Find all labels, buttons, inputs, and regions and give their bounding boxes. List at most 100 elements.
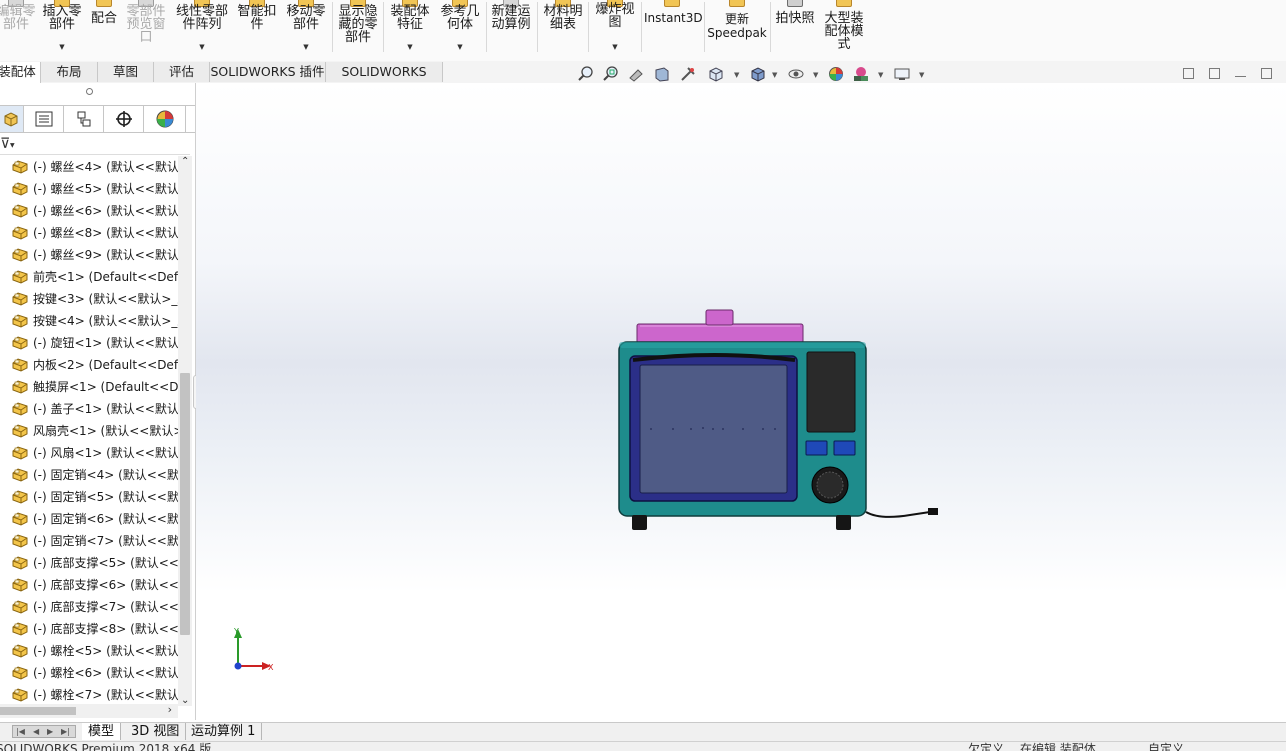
tab-sketch[interactable]: 草图 bbox=[98, 62, 154, 82]
first-tab-icon[interactable]: |◀ bbox=[16, 726, 25, 738]
chevron-down-icon[interactable]: ▼ bbox=[10, 142, 15, 149]
tree-item[interactable]: (-) 固定销<5> (默认<<默认 bbox=[0, 486, 178, 508]
restore-panel-right-icon[interactable] bbox=[1209, 68, 1220, 79]
move-component-button[interactable]: 移动零 部件 ▼ bbox=[284, 0, 328, 61]
large-assembly-mode-button[interactable]: 大型装 配体模 式 bbox=[820, 0, 868, 61]
chevron-down-icon[interactable]: ▼ bbox=[457, 43, 462, 51]
tree-item[interactable]: (-) 底部支撑<6> (默认<<默 bbox=[0, 574, 178, 596]
tree-item[interactable]: (-) 螺栓<5> (默认<<默认> bbox=[0, 640, 178, 662]
show-hidden-button[interactable]: 显示隐 藏的零 部件 bbox=[336, 0, 380, 61]
tree-item[interactable]: 内板<2> (Default<<Defau bbox=[0, 354, 178, 376]
tree-item[interactable]: (-) 螺丝<4> (默认<<默认> bbox=[0, 156, 178, 178]
new-motion-study-button[interactable]: 新建运 动算例 bbox=[489, 0, 533, 61]
tab-property-manager[interactable] bbox=[24, 106, 64, 132]
restore-panel-left-icon[interactable] bbox=[1183, 68, 1194, 79]
tree-item[interactable]: 触摸屏<1> (Default<<De bbox=[0, 376, 178, 398]
tab-evaluate[interactable]: 评估 bbox=[154, 62, 210, 82]
tree-item[interactable]: (-) 旋钮<1> (默认<<默认> bbox=[0, 332, 178, 354]
tab-feature-manager[interactable] bbox=[0, 106, 24, 132]
chevron-down-icon[interactable]: ▼ bbox=[612, 43, 617, 51]
chevron-down-icon[interactable]: ▼ bbox=[813, 71, 818, 79]
bill-of-materials-button[interactable]: 材料明 细表 bbox=[541, 0, 585, 61]
assembly-features-button[interactable]: 装配体 特征 ▼ bbox=[388, 0, 432, 61]
tab-layout[interactable]: 布局 bbox=[41, 62, 98, 82]
scrollbar-thumb[interactable] bbox=[180, 373, 190, 635]
chevron-down-icon[interactable]: ▼ bbox=[407, 43, 412, 51]
tree-item[interactable]: (-) 风扇<1> (默认<<默认> bbox=[0, 442, 178, 464]
previous-view-icon[interactable] bbox=[628, 66, 644, 82]
tree-vertical-scrollbar[interactable]: ⌃ ⌄ bbox=[178, 156, 192, 706]
tree-item[interactable]: (-) 固定销<6> (默认<<默认 bbox=[0, 508, 178, 530]
tree-item[interactable]: (-) 螺丝<9> (默认<<默认> bbox=[0, 244, 178, 266]
mate-button[interactable]: 配合 bbox=[88, 0, 120, 61]
tab-model[interactable]: 模型 bbox=[82, 723, 122, 740]
view-settings-icon[interactable] bbox=[894, 66, 910, 82]
edit-appearance-icon[interactable] bbox=[828, 66, 844, 82]
chevron-down-icon[interactable]: ▼ bbox=[772, 71, 777, 79]
edit-component-button[interactable]: 编辑零 部件 bbox=[0, 0, 36, 61]
apply-scene-icon[interactable] bbox=[853, 66, 869, 82]
tree-item[interactable]: (-) 底部支撑<5> (默认<<默 bbox=[0, 552, 178, 574]
view-orientation-icon[interactable] bbox=[707, 66, 723, 82]
next-tab-icon[interactable]: ▶ bbox=[47, 726, 53, 738]
scroll-down-icon[interactable]: ⌄ bbox=[181, 695, 189, 706]
tab-display-manager[interactable] bbox=[144, 106, 186, 132]
tab-solidworks-mbd[interactable]: SOLIDWORKS MBD bbox=[326, 62, 443, 99]
tree-item[interactable]: (-) 螺丝<8> (默认<<默认> bbox=[0, 222, 178, 244]
take-snapshot-button[interactable]: 拍快照 bbox=[773, 0, 817, 61]
tree-horizontal-scrollbar[interactable]: › bbox=[0, 703, 178, 718]
prev-tab-icon[interactable]: ◀ bbox=[33, 726, 39, 738]
power-plug[interactable] bbox=[928, 508, 938, 515]
tree-item[interactable]: (-) 螺丝<5> (默认<<默认> bbox=[0, 178, 178, 200]
tab-configuration-manager[interactable] bbox=[64, 106, 104, 132]
oven-model[interactable] bbox=[196, 83, 1286, 720]
minimize-icon[interactable] bbox=[1235, 68, 1246, 77]
control-button-2[interactable] bbox=[833, 440, 856, 456]
last-tab-icon[interactable]: ▶| bbox=[61, 726, 70, 738]
zoom-to-fit-icon[interactable] bbox=[578, 66, 594, 82]
zoom-to-area-icon[interactable] bbox=[603, 66, 619, 82]
chevron-down-icon[interactable]: ▼ bbox=[734, 71, 739, 79]
section-view-icon[interactable] bbox=[654, 66, 670, 82]
exploded-view-button[interactable]: 爆炸视 图 ▼ bbox=[593, 0, 637, 61]
tree-item[interactable]: 前壳<1> (Default<<Defau bbox=[0, 266, 178, 288]
hide-show-items-icon[interactable] bbox=[788, 66, 804, 82]
maximize-icon[interactable] bbox=[1261, 68, 1272, 79]
tab-dimxpert-manager[interactable] bbox=[104, 106, 144, 132]
tab-scroll-arrows[interactable]: |◀ ◀ ▶ ▶| bbox=[12, 725, 76, 738]
tab-assembly[interactable]: 装配体 bbox=[0, 62, 41, 83]
power-cord[interactable] bbox=[865, 511, 931, 518]
tree-filter[interactable]: ⊽ ▼ bbox=[0, 132, 190, 155]
chevron-down-icon[interactable]: ▼ bbox=[303, 43, 308, 51]
reference-geometry-button[interactable]: 参考几 何体 ▼ bbox=[438, 0, 482, 61]
dynamic-annotation-icon[interactable] bbox=[680, 66, 696, 82]
linear-pattern-button[interactable]: 线性零部 件阵列 ▼ bbox=[174, 0, 230, 61]
tree-item[interactable]: (-) 底部支撑<8> (默认<<默 bbox=[0, 618, 178, 640]
scrollbar-thumb[interactable] bbox=[0, 707, 76, 715]
control-button-1[interactable] bbox=[805, 440, 828, 456]
chevron-down-icon[interactable]: ▼ bbox=[919, 71, 924, 79]
tab-motion-study-1[interactable]: 运动算例 1 bbox=[185, 723, 263, 740]
lid-handle[interactable] bbox=[705, 309, 734, 326]
smart-fasteners-button[interactable]: 智能扣 件 bbox=[236, 0, 278, 61]
filter-icon[interactable]: ⊽ bbox=[0, 136, 10, 152]
update-speedpak-button[interactable]: 更新 Speedpak bbox=[707, 0, 767, 61]
tab-3d-views[interactable]: 3D 视图 bbox=[125, 723, 187, 740]
oven-lid[interactable] bbox=[636, 323, 804, 344]
panel-grip-icon[interactable] bbox=[86, 88, 93, 95]
chevron-down-icon[interactable]: ▼ bbox=[59, 43, 64, 51]
tree-item[interactable]: (-) 螺栓<6> (默认<<默认> bbox=[0, 662, 178, 684]
scroll-right-icon[interactable]: › bbox=[168, 703, 172, 716]
tree-item[interactable]: 按键<4> (默认<<默认>_显 bbox=[0, 310, 178, 332]
tab-solidworks-addins[interactable]: SOLIDWORKS 插件 bbox=[210, 62, 326, 82]
tree-item[interactable]: 按键<3> (默认<<默认>_显 bbox=[0, 288, 178, 310]
tree-item[interactable]: (-) 螺丝<6> (默认<<默认> bbox=[0, 200, 178, 222]
tree-item[interactable]: (-) 盖子<1> (默认<<默认> bbox=[0, 398, 178, 420]
scroll-up-icon[interactable]: ⌃ bbox=[181, 156, 189, 167]
chevron-down-icon[interactable]: ▼ bbox=[199, 43, 204, 51]
tree-item[interactable]: (-) 底部支撑<7> (默认<<默 bbox=[0, 596, 178, 618]
display-style-icon[interactable] bbox=[749, 66, 765, 82]
chevron-down-icon[interactable]: ▼ bbox=[878, 71, 883, 79]
tree-item[interactable]: 风扇壳<1> (默认<<默认>_ bbox=[0, 420, 178, 442]
preview-window-button[interactable]: 零部件 预览窗 口 bbox=[124, 0, 168, 61]
